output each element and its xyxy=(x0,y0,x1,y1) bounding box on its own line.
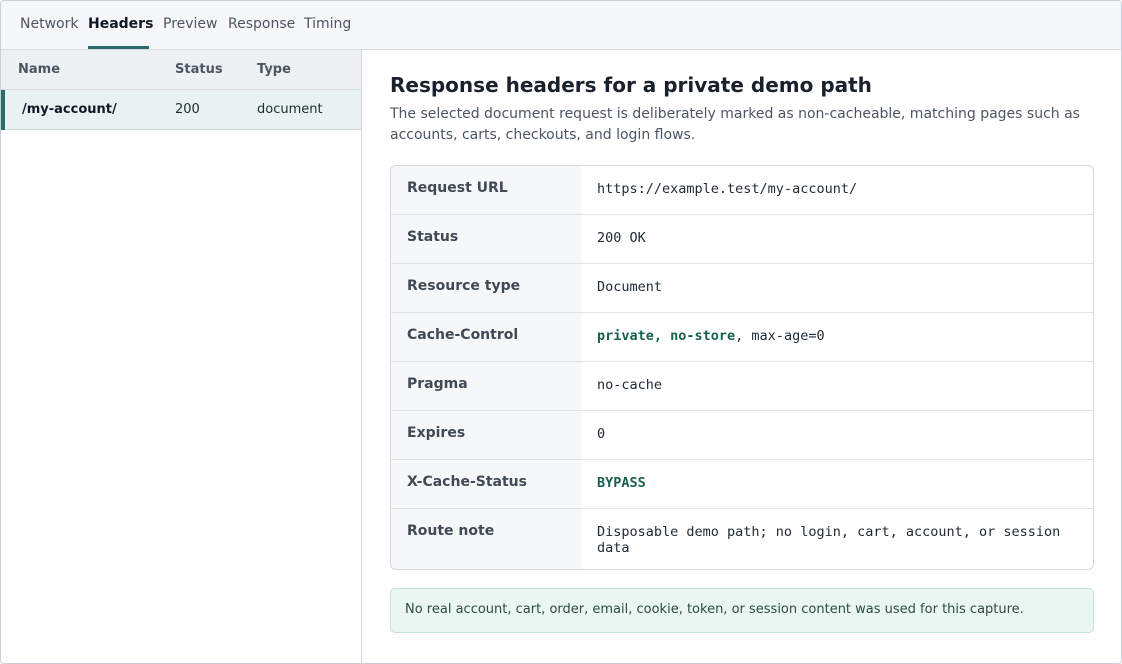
request-list-header: Name Status Type xyxy=(1,50,361,90)
tab-network[interactable]: Network xyxy=(20,16,78,32)
header-key: Pragma xyxy=(391,362,581,410)
header-value-highlight: BYPASS xyxy=(597,475,646,491)
header-row-status: Status 200 OK xyxy=(391,215,1093,264)
tab-preview[interactable]: Preview xyxy=(163,16,218,32)
header-value-highlight: private, no-store xyxy=(597,328,736,344)
header-value[interactable]: private, no-store, max-age=0 xyxy=(597,328,1067,344)
column-header-name[interactable]: Name xyxy=(18,62,60,77)
request-row[interactable]: /my-account/ 200 document xyxy=(1,90,361,130)
devtools-panel: Network Headers Preview Response Timing … xyxy=(0,0,1122,664)
request-list: Name Status Type /my-account/ 200 docume… xyxy=(1,50,362,663)
header-row-cache-control: Cache-Control private, no-store, max-age… xyxy=(391,313,1093,362)
header-key: Resource type xyxy=(391,264,581,312)
tab-headers[interactable]: Headers xyxy=(88,16,153,32)
header-row-route-note: Route note Disposable demo path; no logi… xyxy=(391,509,1093,569)
privacy-notice: No real account, cart, order, email, coo… xyxy=(390,588,1094,633)
request-status: 200 xyxy=(175,102,200,117)
page-description: The selected document request is deliber… xyxy=(390,106,1080,143)
header-key: Route note xyxy=(391,509,581,569)
header-value[interactable]: Document xyxy=(597,279,1067,295)
header-value[interactable]: https://example.test/my-account/ xyxy=(597,181,1067,197)
header-row-resource-type: Resource type Document xyxy=(391,264,1093,313)
header-key: Request URL xyxy=(391,166,581,214)
request-type: document xyxy=(257,102,323,117)
tab-timing[interactable]: Timing xyxy=(304,16,351,32)
tab-response[interactable]: Response xyxy=(228,16,295,32)
tab-bar: Network Headers Preview Response Timing xyxy=(1,1,1121,50)
header-row-pragma: Pragma no-cache xyxy=(391,362,1093,411)
header-row-expires: Expires 0 xyxy=(391,411,1093,460)
header-key: X-Cache-Status xyxy=(391,460,581,508)
header-value[interactable]: no-cache xyxy=(597,377,1067,393)
column-header-status[interactable]: Status xyxy=(175,62,223,77)
header-value[interactable]: 0 xyxy=(597,426,1067,442)
header-details: Response headers for a private demo path… xyxy=(362,50,1121,663)
active-tab-indicator xyxy=(88,46,149,49)
header-key: Status xyxy=(391,215,581,263)
header-key: Cache-Control xyxy=(391,313,581,361)
selected-row-marker xyxy=(1,90,5,130)
header-row-request-url: Request URL https://example.test/my-acco… xyxy=(391,166,1093,215)
header-row-x-cache-status: X-Cache-Status BYPASS xyxy=(391,460,1093,509)
header-value[interactable]: BYPASS xyxy=(597,475,1067,491)
page-title: Response headers for a private demo path xyxy=(390,73,872,97)
header-value[interactable]: Disposable demo path; no login, cart, ac… xyxy=(597,524,1067,556)
header-value[interactable]: 200 OK xyxy=(597,230,1067,246)
request-name: /my-account/ xyxy=(22,102,117,117)
header-key: Expires xyxy=(391,411,581,459)
column-header-type[interactable]: Type xyxy=(257,62,291,77)
header-value-rest: , max-age=0 xyxy=(735,328,825,344)
headers-table: Request URL https://example.test/my-acco… xyxy=(390,165,1094,570)
